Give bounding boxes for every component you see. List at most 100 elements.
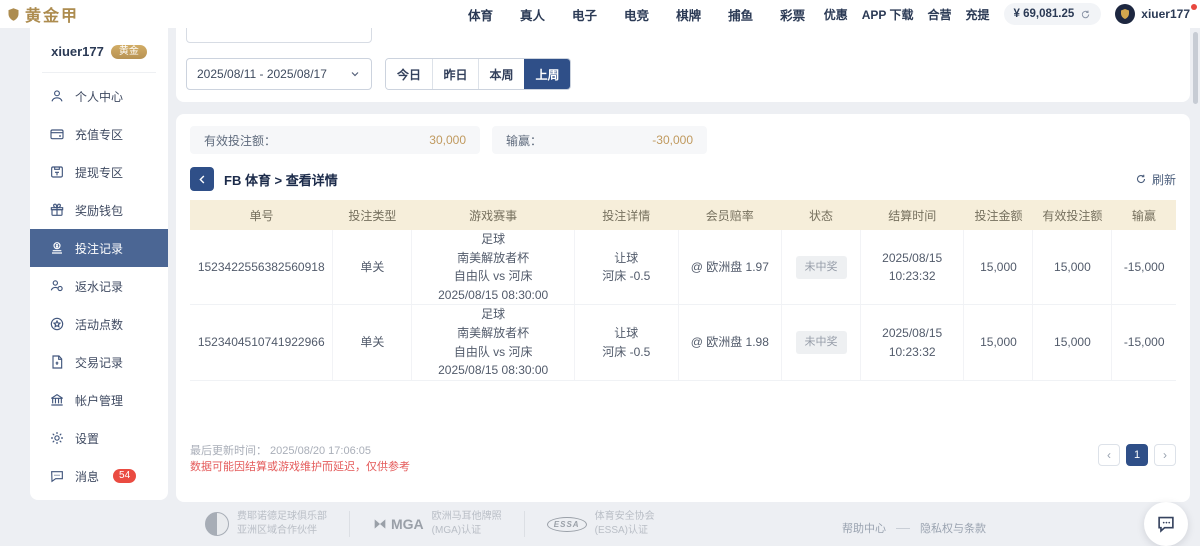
last-update-text: 最后更新时间： 2025/08/20 17:06:05 <box>190 442 371 458</box>
chevron-down-icon <box>349 68 361 80</box>
win-loss-label: 输赢： <box>506 132 542 149</box>
footer-link-隐私权与条款[interactable]: 隐私权与条款 <box>920 520 986 536</box>
refresh-button[interactable]: 刷新 <box>1135 171 1176 188</box>
sidebar-user: xiuer177 黄金 <box>30 44 168 59</box>
sidebar-item-消息[interactable]: 消息54 <box>30 457 168 495</box>
sidebar-item-提现专区[interactable]: 提现专区 <box>30 153 168 191</box>
nav-item-真人[interactable]: 真人 <box>520 5 545 24</box>
table-row: 1523404510741922966单关足球南美解放者杯自由队 vs 河床20… <box>190 305 1176 380</box>
status-badge: 未中奖 <box>782 305 861 380</box>
nav-item-彩票[interactable]: 彩票 <box>780 5 805 24</box>
column-header-投注类型: 投注类型 <box>333 200 412 230</box>
message-icon <box>49 468 65 484</box>
sidebar-item-返水记录[interactable]: 返水记录 <box>30 267 168 305</box>
bank-icon <box>49 392 65 408</box>
disclaimer-text: 数据可能因结算或游戏维护而延迟，仅供参考 <box>190 458 410 474</box>
sidebar: xiuer177 黄金 个人中心充值专区提现专区奖励钱包投注记录返水记录活动点数… <box>30 18 168 500</box>
gift-icon <box>49 202 65 218</box>
user-icon <box>49 88 65 104</box>
partner-text: 体育安全协会(ESSA)认证 <box>595 510 655 538</box>
quick-filter-今日[interactable]: 今日 <box>386 59 432 89</box>
order-number: 1523404510741922966 <box>190 305 333 380</box>
footer-link-帮助中心[interactable]: 帮助中心 <box>842 520 886 536</box>
date-range-select[interactable]: 2025/08/11 - 2025/08/17 <box>186 58 372 90</box>
bet-records-table: 单号投注类型游戏赛事投注详情会员赔率状态结算时间投注金额有效投注额输赢 1523… <box>190 200 1176 381</box>
valid-bet-amount: 15,000 <box>1033 305 1112 380</box>
page-current[interactable]: 1 <box>1126 444 1148 466</box>
chat-icon <box>1155 513 1177 535</box>
status-pill: 未中奖 <box>796 256 847 279</box>
valid-bet-summary: 有效投注额： 30,000 <box>190 126 480 154</box>
sidebar-item-帐户管理[interactable]: 帐户管理 <box>30 381 168 419</box>
page-prev-button[interactable]: ‹ <box>1098 444 1120 466</box>
page-next-icon: › <box>1163 448 1167 462</box>
header-link-充提[interactable]: 充提 <box>966 6 990 23</box>
member-odds: @ 欧洲盘 1.97 <box>678 230 782 305</box>
page-next-button[interactable]: › <box>1154 444 1176 466</box>
mga-logo: MGA <box>372 516 424 532</box>
header-link-APP 下载[interactable]: APP 下载 <box>862 6 914 23</box>
refresh-icon <box>1135 173 1147 185</box>
quick-filter-昨日[interactable]: 昨日 <box>432 59 478 89</box>
nav-item-电子[interactable]: 电子 <box>572 5 597 24</box>
balance-amount: ¥ 69,081.25 <box>1014 8 1075 20</box>
sidebar-item-奖励钱包[interactable]: 奖励钱包 <box>30 191 168 229</box>
column-header-单号: 单号 <box>190 200 333 230</box>
avatar <box>1115 4 1135 24</box>
top-header: 黄金甲 体育 真人 电子 电竞 棋牌 捕鱼 彩票 优惠 APP 下载合营充提 ¥ 69,081… <box>0 0 1200 28</box>
deposit-icon <box>49 126 65 142</box>
sidebar-item-活动点数[interactable]: 活动点数 <box>30 305 168 343</box>
header-link-合营[interactable]: 合营 <box>928 6 952 23</box>
brand-logo-text: 黄金甲 <box>25 2 79 26</box>
user-chip[interactable]: xiuer177 <box>1115 4 1190 24</box>
sidebar-item-投注记录[interactable]: 投注记录 <box>30 229 168 267</box>
sidebar-item-label: 充值专区 <box>75 126 123 143</box>
sidebar-item-交易记录[interactable]: 交易记录 <box>30 343 168 381</box>
nav-item-捕鱼[interactable]: 捕鱼 <box>728 5 753 24</box>
summary-bar: 有效投注额： 30,000 输赢： -30,000 <box>190 126 707 154</box>
column-header-结算时间: 结算时间 <box>860 200 964 230</box>
balance-pill[interactable]: ¥ 69,081.25 <box>1004 3 1102 25</box>
sidebar-item-label: 活动点数 <box>75 316 123 333</box>
column-header-会员赔率: 会员赔率 <box>678 200 782 230</box>
chat-button[interactable] <box>1144 502 1188 546</box>
sidebar-item-充值专区[interactable]: 充值专区 <box>30 115 168 153</box>
column-header-游戏赛事: 游戏赛事 <box>412 200 575 230</box>
column-header-状态: 状态 <box>782 200 861 230</box>
bet-type: 单关 <box>333 230 412 305</box>
nav-item-棋牌[interactable]: 棋牌 <box>676 5 701 24</box>
back-button[interactable] <box>190 167 214 191</box>
nav-item-电竞[interactable]: 电竞 <box>624 5 649 24</box>
sidebar-item-设置[interactable]: 设置 <box>30 419 168 457</box>
footer-link-divider <box>896 528 910 529</box>
gear-icon <box>49 430 65 446</box>
date-quick-buttons: 今日昨日本周上周 <box>385 58 571 90</box>
page-prev-icon: ‹ <box>1107 448 1111 462</box>
game-event: 足球南美解放者杯自由队 vs 河床2025/08/15 08:30:00 <box>412 305 575 380</box>
settle-time: 2025/08/1510:23:32 <box>860 230 964 305</box>
sidebar-item-label: 交易记录 <box>75 354 123 371</box>
header-quick-links: 优惠 APP 下载合营充提 <box>824 6 990 23</box>
quick-filter-上周[interactable]: 上周 <box>524 59 570 89</box>
refresh-balance-icon[interactable] <box>1080 9 1091 20</box>
header-link-优惠[interactable]: 优惠 <box>824 6 848 23</box>
header-username: xiuer177 <box>1141 7 1190 21</box>
valid-bet-value: 30,000 <box>429 133 466 147</box>
column-header-投注金额: 投注金额 <box>964 200 1033 230</box>
sidebar-item-个人中心[interactable]: 个人中心 <box>30 77 168 115</box>
status-pill: 未中奖 <box>796 331 847 354</box>
bet-amount: 15,000 <box>964 230 1033 305</box>
bet-record-icon <box>49 240 65 256</box>
nav-item-体育[interactable]: 体育 <box>468 5 493 24</box>
transaction-icon <box>49 354 65 370</box>
withdraw-icon <box>49 164 65 180</box>
scrollbar[interactable] <box>1193 32 1198 104</box>
win-loss: -15,000 <box>1112 230 1176 305</box>
quick-filter-本周[interactable]: 本周 <box>478 59 524 89</box>
brand-shield-icon <box>6 7 21 22</box>
brand-logo[interactable]: 黄金甲 <box>6 2 79 26</box>
sidebar-item-label: 返水记录 <box>75 278 123 295</box>
settle-time: 2025/08/1510:23:32 <box>860 305 964 380</box>
member-odds: @ 欧洲盘 1.98 <box>678 305 782 380</box>
rebate-icon <box>49 278 65 294</box>
